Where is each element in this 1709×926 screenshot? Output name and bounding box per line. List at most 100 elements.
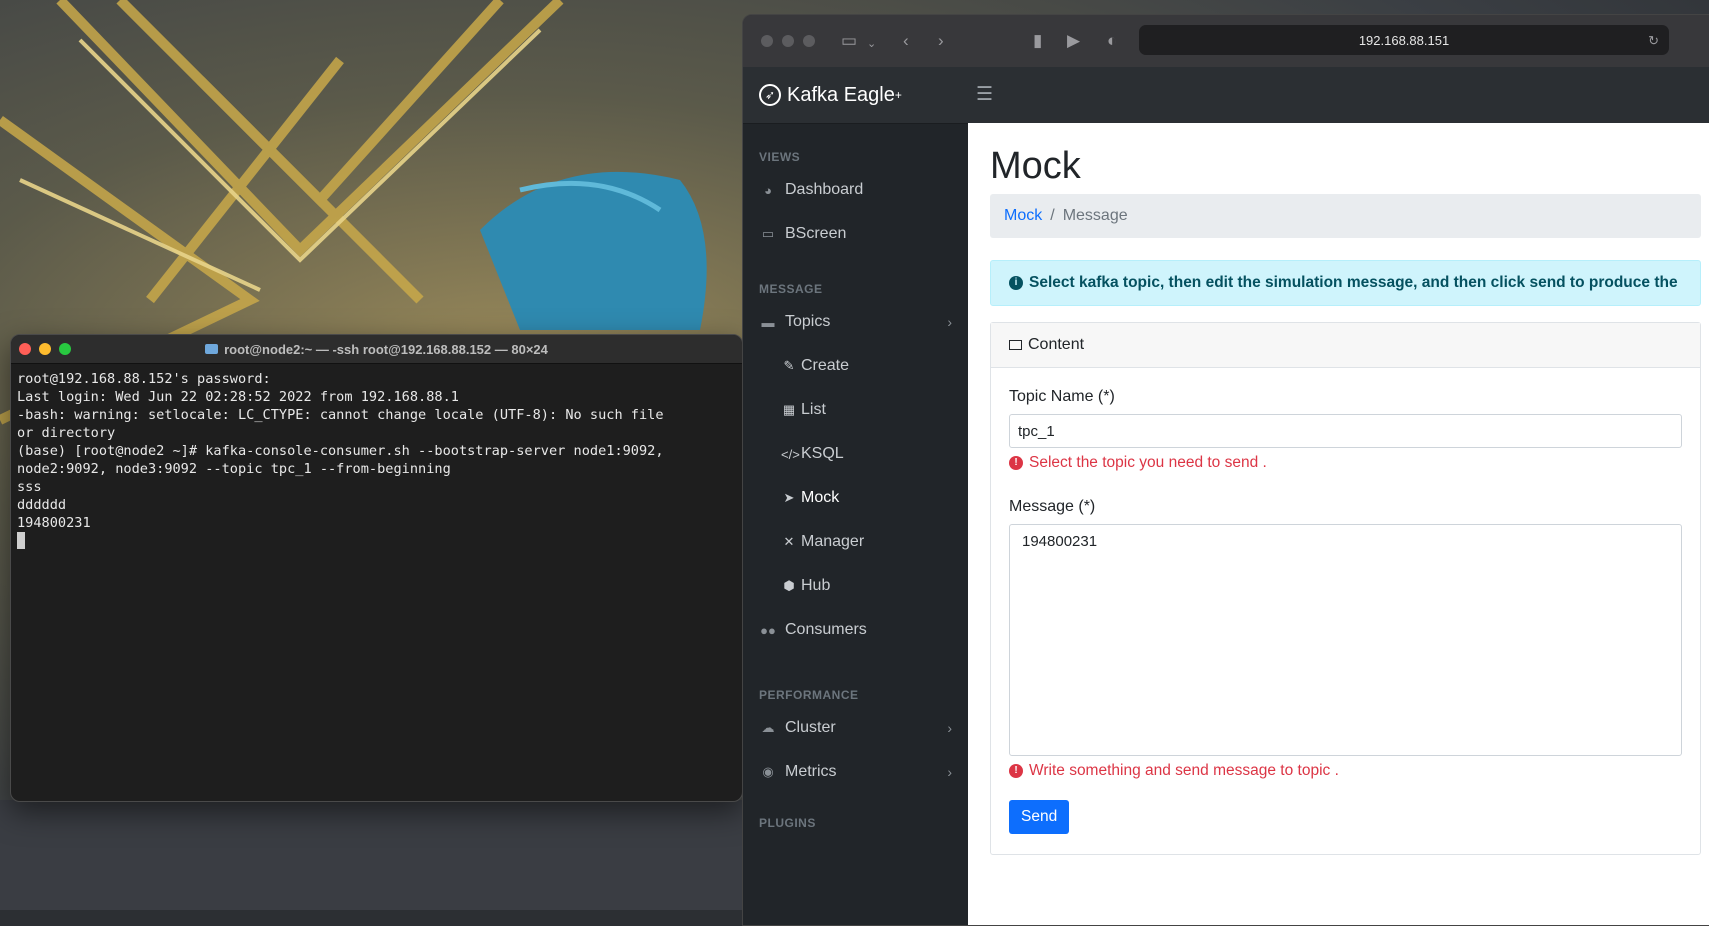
terminal-line: Last login: Wed Jun 22 02:28:52 2022 fro…	[17, 389, 459, 405]
message-help: ! Write something and send message to to…	[1009, 762, 1682, 780]
brand-sup: +	[894, 88, 902, 102]
sidebar-item-label: List	[801, 401, 826, 418]
sidebar-item-label: Dashboard	[785, 181, 864, 198]
terminal-line: 194800231	[17, 515, 91, 531]
bookmark-icon[interactable]: ▮	[1033, 31, 1042, 51]
users-icon: ●●	[760, 622, 776, 638]
brand-logo-icon: ➶	[759, 84, 781, 106]
sidebar-item-consumers[interactable]: ●● Consumers	[743, 608, 968, 652]
info-icon: i	[1009, 276, 1023, 290]
sidebar-item-manager[interactable]: ✕ Manager	[743, 520, 968, 564]
sidebar-item-label: Topics	[785, 313, 831, 330]
brand-name: Kafka Eagle	[787, 83, 895, 106]
sidebar-item-topics[interactable]: ▬ Topics ›	[743, 300, 968, 344]
comment-icon: ▬	[761, 314, 775, 330]
folder-icon	[205, 344, 219, 354]
topic-help: ! Select the topic you need to send .	[1009, 454, 1682, 472]
chevron-right-icon: ›	[947, 764, 952, 780]
topic-name-select[interactable]: tpc_1	[1009, 414, 1682, 448]
top-navbar: ☰	[968, 67, 1709, 124]
content-card: Content Topic Name (*) tpc_1 ! Select th…	[990, 322, 1701, 855]
sidebar-item-label: KSQL	[801, 445, 844, 462]
sidebar-item-hub[interactable]: ⬢ Hub	[743, 564, 968, 608]
section-performance: PERFORMANCE	[759, 688, 859, 702]
code-icon: </>	[781, 446, 800, 462]
terminal-line: -bash: warning: setlocale: LC_CTYPE: can…	[17, 407, 664, 423]
sidebar-item-list[interactable]: ▦ List	[743, 388, 968, 432]
message-textarea[interactable]: 194800231	[1009, 524, 1682, 756]
sidebar-item-label: Create	[801, 357, 850, 374]
shield-icon[interactable]: ◐	[1107, 31, 1117, 51]
sidebar-item-label: Metrics	[785, 763, 837, 780]
sidebar-item-label: Manager	[801, 533, 865, 550]
terminal-titlebar[interactable]: root@node2:~ — -ssh root@192.168.88.152 …	[11, 335, 742, 364]
terminal-line: dddddd	[17, 497, 67, 513]
terminal-window[interactable]: root@node2:~ — -ssh root@192.168.88.152 …	[10, 334, 743, 802]
cloud-icon: ☁	[761, 720, 775, 735]
sidebar-item-dashboard[interactable]: ◕ Dashboard	[743, 168, 968, 212]
topic-name-label: Topic Name (*)	[1009, 388, 1115, 405]
alert-icon: !	[1009, 456, 1023, 470]
close-button[interactable]	[19, 343, 31, 355]
browser-window-controls	[761, 35, 815, 47]
browser-window[interactable]: ▭ ⌄ ‹ › ▮ ▶ ◐ 192.168.88.151 ↻ ➶ Kafka E…	[742, 14, 1709, 926]
table-icon: ▦	[782, 402, 796, 417]
breadcrumb: Mock / Message	[990, 194, 1701, 238]
sidebar-item-mock[interactable]: ➤ Mock	[743, 476, 968, 520]
terminal-line: sss	[17, 479, 42, 495]
sidebar-item-label: Hub	[801, 577, 831, 594]
sidebar-item-bscreen[interactable]: ▭ BScreen	[743, 212, 968, 256]
message-help-text: Write something and send message to topi…	[1029, 762, 1339, 779]
sidebar-item-ksql[interactable]: </> KSQL	[743, 432, 968, 476]
message-value: 194800231	[1022, 533, 1098, 550]
sidebar-item-cluster[interactable]: ☁ Cluster ›	[743, 706, 968, 750]
terminal-line: node2:9092, node3:9092 --topic tpc_1 --f…	[17, 461, 451, 477]
close-button[interactable]	[761, 35, 773, 47]
menu-toggle-icon[interactable]: ☰	[976, 83, 993, 106]
zoom-button[interactable]	[803, 35, 815, 47]
breadcrumb-separator: /	[1050, 207, 1055, 224]
terminal-title: root@node2:~ — -ssh root@192.168.88.152 …	[205, 342, 548, 357]
reader-icon[interactable]: ▶	[1067, 31, 1080, 51]
sidebar-item-label: Mock	[801, 489, 840, 506]
eye-icon: ◉	[762, 764, 774, 779]
alert-text: Select kafka topic, then edit the simula…	[1029, 274, 1678, 291]
section-plugins: PLUGINS	[759, 816, 816, 830]
forward-icon[interactable]: ›	[938, 31, 944, 51]
terminal-line: or directory	[17, 425, 116, 441]
zoom-button[interactable]	[59, 343, 71, 355]
topic-name-value: tpc_1	[1018, 422, 1055, 440]
terminal-line: (base) [root@node2 ~]# kafka-console-con…	[17, 443, 664, 459]
terminal-line: root@192.168.88.152's password:	[17, 371, 271, 387]
chevron-right-icon: ›	[947, 720, 952, 736]
send-button[interactable]: Send	[1009, 800, 1070, 834]
message-label: Message (*)	[1009, 498, 1096, 515]
card-body: Topic Name (*) tpc_1 ! Select the topic …	[991, 368, 1700, 854]
back-icon[interactable]: ‹	[903, 31, 909, 51]
edit-icon: ✎	[783, 358, 795, 373]
sidebar-item-label: Cluster	[785, 719, 836, 736]
minimize-button[interactable]	[39, 343, 51, 355]
page-title: Mock	[990, 145, 1081, 187]
sidebar-item-label: Consumers	[785, 621, 867, 638]
sidebar-item-create[interactable]: ✎ Create	[743, 344, 968, 388]
minimize-button[interactable]	[782, 35, 794, 47]
chevron-down-icon[interactable]: ⌄	[867, 34, 876, 54]
breadcrumb-current: Message	[1062, 207, 1128, 224]
address-bar[interactable]: 192.168.88.151 ↻	[1139, 25, 1669, 55]
envelope-icon	[1009, 340, 1022, 350]
reload-icon[interactable]: ↻	[1648, 33, 1659, 49]
terminal-output[interactable]: root@192.168.88.152's password: Last log…	[11, 364, 742, 556]
sidebar: ➶ Kafka Eagle + VIEWS ◕ Dashboard ▭ BScre…	[743, 67, 968, 925]
window-controls	[19, 343, 71, 355]
url-text: 192.168.88.151	[1358, 32, 1450, 48]
tools-icon: ✕	[783, 534, 795, 549]
monitor-icon: ▭	[761, 226, 775, 241]
alert-icon: !	[1009, 764, 1023, 778]
card-header-title: Content	[1028, 336, 1085, 353]
breadcrumb-link-mock[interactable]: Mock	[1004, 207, 1042, 225]
kafka-eagle-app: ➶ Kafka Eagle + VIEWS ◕ Dashboard ▭ BScre…	[743, 67, 1709, 925]
sidebar-toggle-icon[interactable]: ▭	[841, 31, 857, 51]
sidebar-item-metrics[interactable]: ◉ Metrics ›	[743, 750, 968, 794]
brand[interactable]: ➶ Kafka Eagle +	[743, 67, 968, 124]
